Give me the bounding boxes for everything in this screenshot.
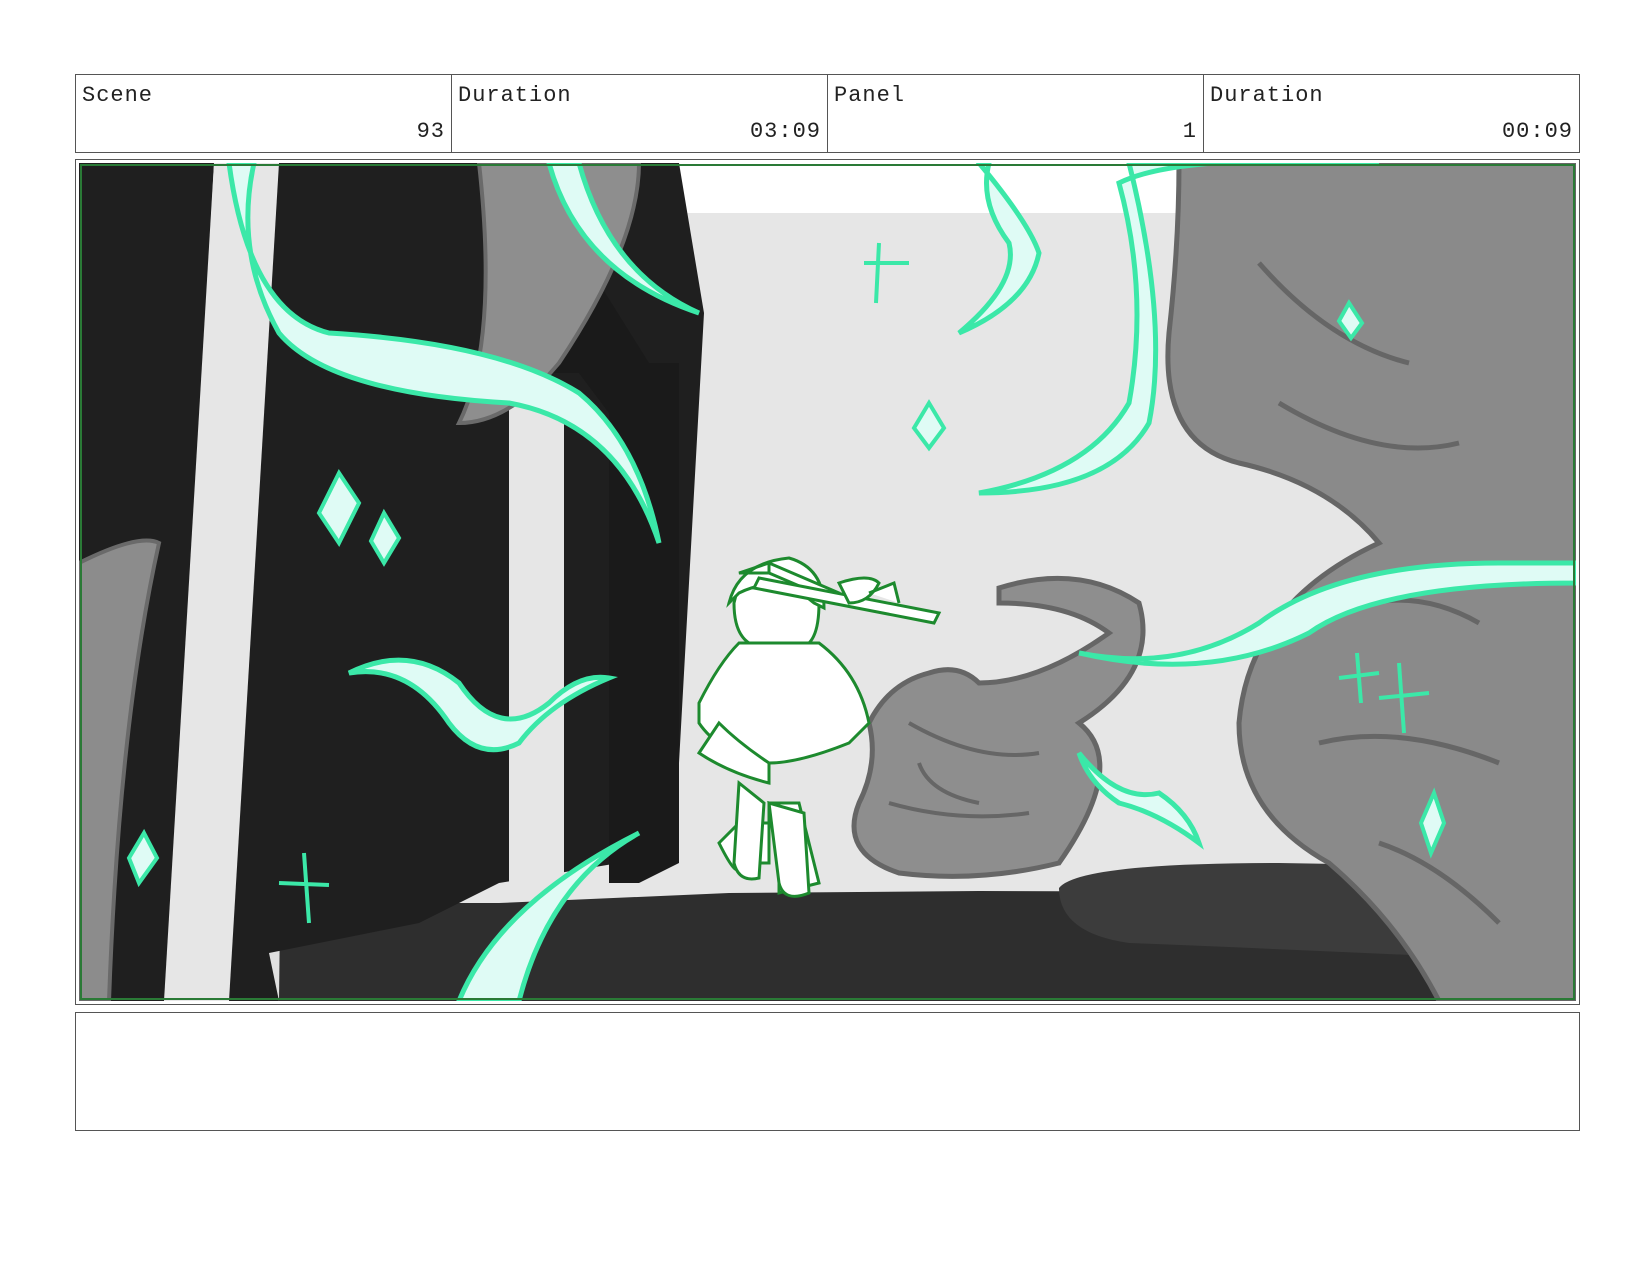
scene-duration-cell: Duration 03:09 (452, 75, 828, 152)
panel-number: 1 (1182, 119, 1197, 144)
storyboard-panel-image (79, 163, 1576, 1001)
pillar-left (509, 383, 564, 883)
panel-cell: Panel 1 (828, 75, 1204, 152)
scene-duration-value: 03:09 (749, 119, 821, 144)
panel-duration-value: 00:09 (1501, 119, 1573, 144)
panel-label: Panel (834, 83, 906, 108)
scene-duration-label: Duration (458, 83, 572, 108)
scene-label: Scene (82, 83, 154, 108)
storyboard-header: Scene 93 Duration 03:09 Panel 1 Duration… (75, 74, 1580, 153)
scene-number: 93 (416, 119, 445, 144)
notes-box[interactable] (75, 1012, 1580, 1131)
scene-cell: Scene 93 (76, 75, 452, 152)
panel-duration-cell: Duration 00:09 (1204, 75, 1579, 152)
panel-duration-label: Duration (1210, 83, 1324, 108)
